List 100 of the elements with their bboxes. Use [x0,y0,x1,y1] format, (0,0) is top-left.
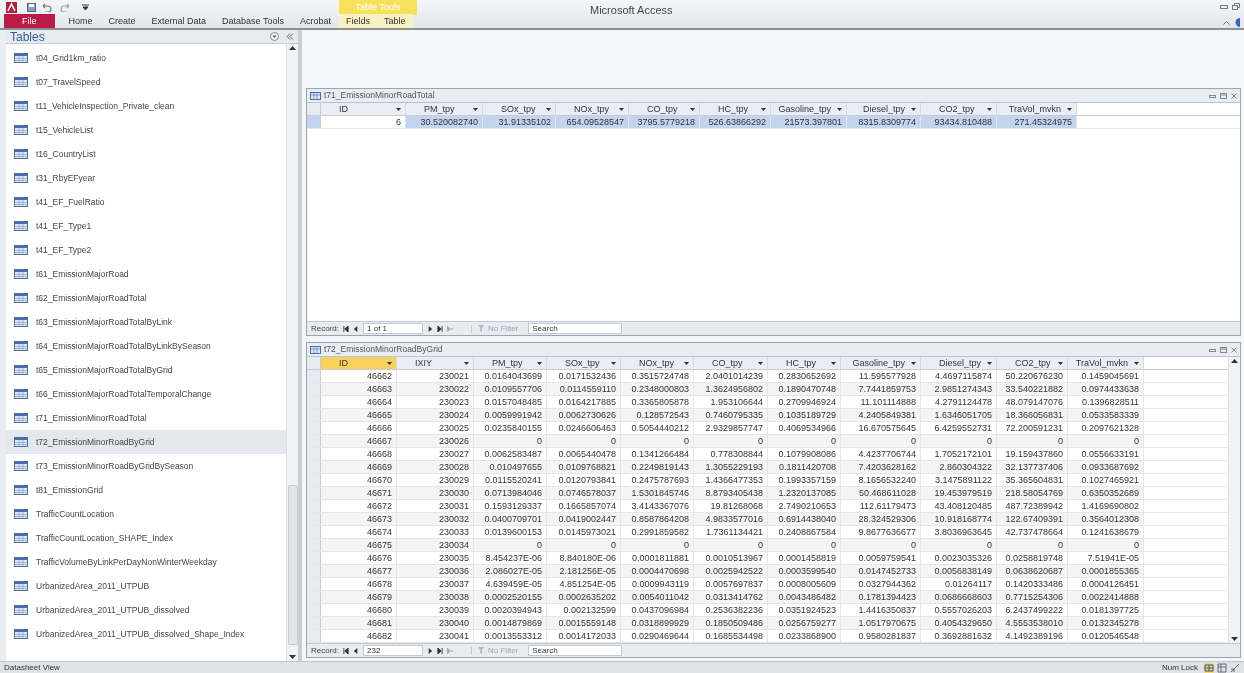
row-selector[interactable] [307,565,321,577]
first-record-icon[interactable] [343,325,349,332]
new-record-icon[interactable] [447,647,453,654]
row-selector[interactable] [307,461,321,473]
column-header[interactable]: IXIY [397,357,474,369]
column-header[interactable]: PM_tpy [474,357,547,369]
row-selector[interactable] [307,474,321,486]
previous-record-icon[interactable] [353,325,359,332]
scrollbar[interactable] [286,44,298,661]
maximize-icon[interactable] [1220,92,1227,99]
nav-item[interactable]: t31_RbyEFyear [6,166,286,190]
search-field[interactable]: Search [528,323,623,334]
column-header[interactable]: SOx_tpy [483,103,556,115]
nav-item[interactable]: UrbanizedArea_2011_UTPUB_dissolved_Shape_Index [6,622,286,646]
scroll-thumb[interactable] [287,485,298,645]
row-selector[interactable] [307,448,321,460]
scroll-down-icon[interactable] [1231,637,1238,641]
column-header[interactable]: NOx_tpy [621,357,694,369]
column-header[interactable]: Gasoline_tpy [841,357,921,369]
column-header[interactable]: Diesel_tpy [921,357,997,369]
record-number-field[interactable]: 232 [363,645,423,656]
row-selector[interactable] [307,103,321,115]
last-record-icon[interactable] [437,647,443,654]
record-number-field[interactable]: 1 of 1 [363,323,423,334]
row-selector[interactable] [307,370,321,382]
column-header[interactable]: TraVol_mvkn [997,103,1077,115]
maximize-icon[interactable] [1220,346,1227,353]
scroll-up-icon[interactable] [289,46,296,50]
nav-item[interactable]: t41_EF_Type2 [6,238,286,262]
row-selector[interactable] [307,604,321,616]
datasheet-view-icon[interactable] [1204,662,1214,673]
undo-icon[interactable] [40,2,52,12]
minimize-icon[interactable] [1220,3,1228,10]
nav-item[interactable]: TrafficCountLocation_SHAPE_Index [6,526,286,550]
nav-item[interactable]: t41_EF_Type1 [6,214,286,238]
column-header[interactable]: ID [321,103,406,115]
next-record-icon[interactable] [427,325,433,332]
minimize-icon[interactable] [1209,92,1216,99]
column-header[interactable]: NOx_tpy [556,103,629,115]
nav-item[interactable]: t65_EmissionMajorRoadTotalByGrid [6,358,286,382]
row-selector[interactable] [307,578,321,590]
column-header[interactable]: HC_tpy [768,357,841,369]
nav-item[interactable]: t62_EmissionMajorRoadTotal [6,286,286,310]
column-header[interactable]: CO_tpy [694,357,768,369]
collapse-pane-icon[interactable] [286,33,294,40]
nav-item[interactable]: t11_VehicleInspection_Private_clean [6,94,286,118]
column-header[interactable]: Diesel_tpy [847,103,921,115]
column-header[interactable]: SOx_tpy [547,357,621,369]
pivot-table-icon[interactable] [1217,662,1227,673]
row-selector[interactable] [307,357,321,369]
scrollbar[interactable] [1228,357,1240,643]
column-header[interactable]: HC_tpy [700,103,771,115]
row-selector[interactable] [307,409,321,421]
new-record-icon[interactable] [447,325,453,332]
save-icon[interactable] [27,2,36,12]
row-selector[interactable] [307,539,321,551]
ribbon-tab[interactable]: Acrobat [291,14,339,28]
nav-item[interactable]: t72_EmissionMinorRoadByGrid [6,430,286,454]
row-selector[interactable] [307,422,321,434]
nav-item[interactable]: t15_VehicleList [6,118,286,142]
first-record-icon[interactable] [343,647,349,654]
design-view-icon[interactable] [1230,662,1240,673]
restore-icon[interactable] [1232,3,1240,10]
row-selector[interactable] [307,617,321,629]
scroll-down-icon[interactable] [289,655,296,659]
scroll-up-icon[interactable] [1231,359,1238,363]
column-header[interactable]: CO2_tpy [921,103,997,115]
search-field[interactable]: Search [528,645,623,656]
ribbon-tab[interactable]: Fields [339,14,377,28]
nav-item[interactable]: t64_EmissionMajorRoadTotalByLinkBySeason [6,334,286,358]
close-icon[interactable] [1231,92,1237,99]
ribbon-tab[interactable]: External Data [143,14,215,28]
ribbon-tab[interactable]: File [4,14,55,28]
close-icon[interactable] [1231,346,1237,353]
column-header[interactable]: Gasoline_tpy [771,103,847,115]
nav-item[interactable]: t61_EmissionMajorRoad [6,262,286,286]
row-selector[interactable] [307,435,321,447]
dropdown-icon[interactable] [270,32,279,41]
last-record-icon[interactable] [437,325,443,332]
row-selector[interactable] [307,591,321,603]
column-header[interactable]: TraVol_mvkn [1068,357,1144,369]
row-selector[interactable] [307,396,321,408]
row-selector[interactable] [307,513,321,525]
nav-item[interactable]: UrbanizedArea_2011_UTPUB [6,574,286,598]
row-selector[interactable] [307,630,321,642]
row-selector[interactable] [307,526,321,538]
customize-caret-icon[interactable] [82,3,89,11]
redo-icon[interactable] [60,2,72,12]
row-selector[interactable] [307,487,321,499]
nav-item[interactable]: TrafficVolumeByLinkPerDayNonWinterWeekday [6,550,286,574]
next-record-icon[interactable] [427,647,433,654]
column-header[interactable]: CO_tpy [629,103,700,115]
nav-item[interactable]: t16_CountryList [6,142,286,166]
nav-item[interactable]: t71_EmissionMinorRoadTotal [6,406,286,430]
ribbon-tab[interactable]: Home [60,14,101,28]
row-selector[interactable] [307,500,321,512]
nav-item[interactable]: t04_Grid1km_ratio [6,46,286,70]
minimize-icon[interactable] [1209,346,1216,353]
ribbon-tab[interactable]: Create [100,14,144,28]
ribbon-collapse-icon[interactable] [1223,20,1230,25]
